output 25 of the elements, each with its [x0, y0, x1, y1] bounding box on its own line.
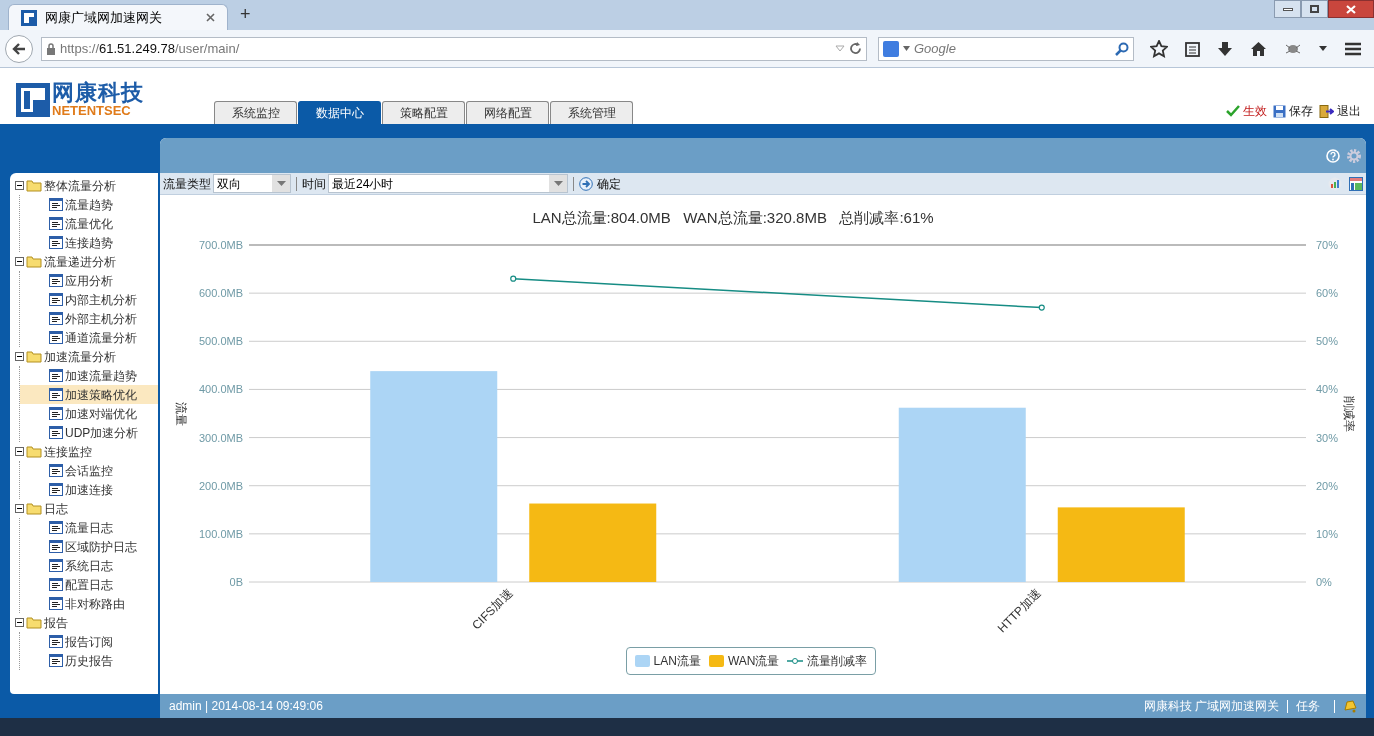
y-axis-label: 500.0MB — [198, 335, 243, 348]
y-axis-label: 10% — [1316, 527, 1339, 540]
logo-text: 网康科技 — [52, 82, 144, 104]
y-axis-title: 削减率 — [1342, 395, 1356, 432]
y-axis-label: 70% — [1316, 239, 1339, 251]
y-axis-label: 0B — [229, 576, 243, 588]
status-product-name: 网康科技 广域网加速网关 — [1143, 698, 1279, 715]
logo-subtitle: NETENTSEC — [52, 104, 131, 117]
y-axis-label: 400.0MB — [198, 383, 243, 396]
time-label: 时间 — [302, 175, 326, 193]
y-axis-label: 300.0MB — [198, 431, 243, 444]
y-axis-label: 60% — [1316, 287, 1339, 300]
traffic-type-label: 流量类型 — [163, 175, 211, 193]
y-axis-label: 100.0MB — [198, 527, 243, 540]
chart-title: LAN总流量:804.0MB WAN总流量:320.8MB 总削减率:61% — [532, 209, 934, 226]
y-axis-label: 0% — [1316, 576, 1332, 588]
y-axis-label: 200.0MB — [198, 479, 243, 492]
y-axis-label: 40% — [1316, 383, 1339, 396]
y-axis-label: 600.0MB — [198, 287, 243, 300]
y-axis-label: 20% — [1316, 479, 1339, 492]
y-axis-label: 700.0MB — [198, 239, 243, 251]
y-axis-title: 流量 — [174, 401, 188, 426]
y-axis-label: 30% — [1316, 431, 1339, 444]
y-axis-label: 50% — [1316, 335, 1339, 348]
status-user-time: admin | 2014-08-14 09:49:06 — [169, 698, 323, 715]
